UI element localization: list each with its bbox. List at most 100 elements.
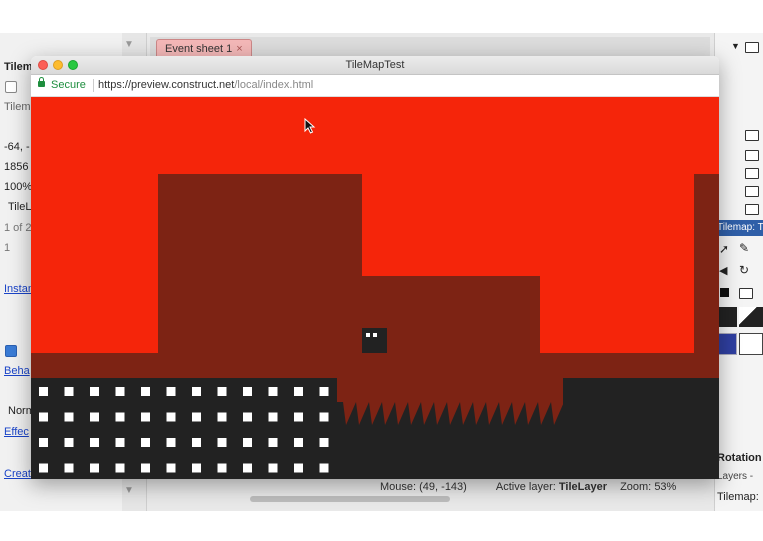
tile-square bbox=[166, 438, 176, 447]
folder-icon[interactable] bbox=[745, 168, 759, 179]
tile-square bbox=[90, 387, 99, 396]
tile-square bbox=[115, 438, 125, 447]
property-row: 100% bbox=[4, 181, 33, 193]
tile-square bbox=[166, 463, 176, 473]
mouse-cursor-icon bbox=[304, 118, 316, 134]
tile-swatch[interactable] bbox=[739, 307, 763, 327]
tile-square bbox=[319, 463, 329, 473]
tile-square bbox=[217, 412, 227, 422]
tile-square bbox=[141, 412, 150, 422]
url-text[interactable]: https://preview.construct.net/local/inde… bbox=[98, 75, 313, 96]
tile-square bbox=[319, 412, 329, 422]
folder-icon[interactable] bbox=[745, 186, 759, 197]
tile-square bbox=[64, 463, 74, 473]
tile-square bbox=[217, 387, 227, 396]
chevron-down-icon[interactable]: ▼ bbox=[124, 39, 134, 50]
tile-square bbox=[268, 387, 278, 396]
instance-variables-link[interactable]: Instan bbox=[4, 283, 34, 295]
tile-square bbox=[294, 438, 303, 447]
horizontal-scrollbar[interactable] bbox=[250, 496, 450, 502]
property-row: 1 of 2 bbox=[4, 222, 32, 234]
save-icon[interactable] bbox=[720, 288, 729, 297]
property-row: 1 bbox=[4, 242, 11, 254]
create-link[interactable]: Creat bbox=[4, 468, 31, 480]
tile-square bbox=[268, 412, 278, 422]
property-row: -64, - bbox=[4, 141, 30, 153]
tile-square bbox=[268, 438, 278, 447]
game-canvas[interactable] bbox=[31, 97, 719, 479]
active-layer-value: TileLayer bbox=[558, 481, 607, 493]
tile-square bbox=[294, 463, 303, 473]
player-block bbox=[362, 328, 387, 353]
tile-square bbox=[39, 438, 48, 447]
tile-square bbox=[90, 463, 99, 473]
address-divider bbox=[93, 79, 94, 92]
folder-icon[interactable] bbox=[739, 288, 753, 299]
folder-icon[interactable] bbox=[745, 130, 759, 141]
folder-icon[interactable] bbox=[745, 42, 759, 53]
tile-square bbox=[39, 412, 48, 422]
tile-square bbox=[64, 387, 74, 396]
address-bar[interactable]: Secure https://preview.construct.net/loc… bbox=[31, 75, 719, 97]
window-title: TileMapTest bbox=[345, 59, 405, 71]
layers-tab[interactable]: Layers - bbox=[717, 471, 753, 482]
tile-square bbox=[90, 412, 99, 422]
window-titlebar: TileMapTest bbox=[31, 56, 719, 75]
player-eye bbox=[373, 333, 377, 337]
mirror-icon[interactable]: ◀ bbox=[719, 264, 727, 277]
tile-square bbox=[115, 387, 125, 396]
tile-square bbox=[192, 412, 201, 422]
properties-header: Tilem bbox=[4, 61, 33, 73]
tile-swatch[interactable] bbox=[739, 333, 763, 355]
tile-square bbox=[115, 463, 125, 473]
rotation-label: Rotation bbox=[717, 452, 762, 464]
preview-window: TileMapTest Secure https://preview.const… bbox=[31, 56, 719, 479]
close-icon[interactable]: × bbox=[236, 43, 242, 55]
tile-square bbox=[217, 438, 227, 447]
tile-square bbox=[39, 387, 48, 396]
tile-square bbox=[319, 438, 329, 447]
tile-square bbox=[192, 463, 201, 473]
tile-square bbox=[141, 387, 150, 396]
tile-square bbox=[64, 438, 74, 447]
tile-square bbox=[268, 463, 278, 473]
visible-checkbox[interactable] bbox=[5, 345, 17, 357]
rotate-icon[interactable]: ↻ bbox=[739, 263, 749, 277]
tile-square bbox=[243, 463, 252, 473]
chevron-down-icon[interactable]: ▼ bbox=[731, 41, 740, 51]
folder-icon[interactable] bbox=[745, 150, 759, 161]
mouse-value: (49, -143) bbox=[419, 481, 467, 493]
property-checkbox[interactable] bbox=[5, 81, 17, 93]
tab-label: Event sheet 1 bbox=[165, 43, 233, 55]
mouse-label: Mouse: bbox=[380, 481, 417, 493]
property-row: Tilem bbox=[4, 101, 31, 113]
active-layer-label: Active layer: bbox=[495, 481, 556, 493]
tile-square bbox=[141, 438, 150, 447]
tile-swatch-selected[interactable] bbox=[717, 333, 737, 355]
select-tool-icon[interactable]: ➚ bbox=[719, 242, 729, 256]
tile-square bbox=[243, 412, 252, 422]
tilemap-footer-label: Tilemap: bbox=[717, 491, 759, 503]
editor-tab-strip: Event sheet 1 × bbox=[150, 37, 710, 58]
tile-square bbox=[141, 463, 150, 473]
tile-square bbox=[217, 463, 227, 473]
behaviors-link[interactable]: Beha bbox=[4, 365, 30, 377]
chevron-down-icon[interactable]: ▼ bbox=[124, 485, 134, 496]
tile-square bbox=[294, 387, 303, 396]
folder-icon[interactable] bbox=[745, 204, 759, 215]
effects-link[interactable]: Effec bbox=[4, 426, 29, 438]
tile-square bbox=[39, 463, 48, 473]
game-scene bbox=[31, 97, 719, 479]
tile-square bbox=[243, 438, 252, 447]
tile-grid-ground bbox=[31, 378, 337, 479]
pencil-icon[interactable]: ✎ bbox=[739, 241, 749, 255]
property-row: TileL bbox=[8, 201, 32, 213]
tile-square bbox=[166, 387, 176, 396]
lock-icon bbox=[38, 77, 45, 87]
zoom-value: 53% bbox=[654, 481, 677, 493]
tile-square bbox=[64, 412, 74, 422]
tile-square bbox=[115, 412, 125, 422]
tile-swatch[interactable] bbox=[717, 307, 737, 327]
status-bar: Mouse: (49, -143) Active layer: TileLaye… bbox=[380, 478, 710, 496]
tile-square bbox=[319, 387, 329, 396]
